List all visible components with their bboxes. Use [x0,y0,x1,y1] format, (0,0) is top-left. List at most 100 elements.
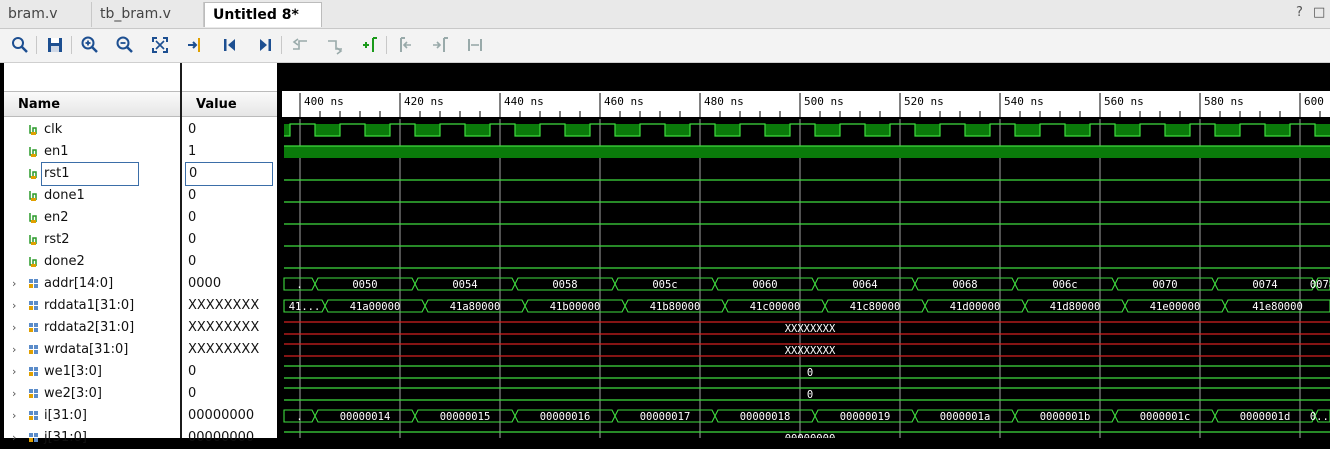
signal-row-i[interactable]: › i[31:0] [4,405,180,427]
signal-row-j[interactable]: › j[31:0] [4,427,180,449]
clk-high-fill [1215,124,1240,136]
expand-chevron-icon[interactable]: › [12,317,16,339]
signal-row-rst1[interactable]: rst1 [4,162,180,186]
signal-row-en1[interactable]: en1 [4,141,180,163]
bus-value-label: 41b00000 [550,301,601,313]
swap-cursors-icon[interactable] [465,35,485,55]
zoom-fit-icon[interactable] [150,35,170,55]
clk-high-fill [1115,124,1140,136]
bus-value-label: 0078 [1310,279,1330,291]
signal-row-done1[interactable]: done1 [4,185,180,207]
signal-name-panel: Name clk en1 rst1 done1 en2 rst2 done2 › addr[14… [4,63,180,445]
bit-signal-icon [29,191,37,201]
go-to-time-0-icon[interactable] [220,35,240,55]
signal-row-en2[interactable]: en2 [4,207,180,229]
bus-signal-icon [29,301,38,310]
signal-row-addr[interactable]: › addr[14:0] [4,273,180,295]
bus-value-label: 00000017 [640,411,691,423]
signal-name: wrdata[31:0] [44,342,129,357]
signal-value: XXXXXXXX [188,342,260,357]
bus-value-label: 0054 [452,279,477,291]
go-to-cursor-icon[interactable] [185,35,205,55]
expand-chevron-icon[interactable]: › [12,295,16,317]
next-marker-icon[interactable] [430,35,450,55]
next-transition-icon[interactable] [325,35,345,55]
signal-value: 00000000 [188,408,255,423]
bus-value-label: 41b80000 [650,301,701,313]
expand-chevron-icon[interactable]: › [12,361,16,383]
zoom-in-icon[interactable] [80,35,100,55]
time-label: 440 ns [504,95,544,108]
value-column-header[interactable]: Value [182,91,277,117]
add-marker-icon[interactable] [360,35,380,55]
previous-marker-icon[interactable] [395,35,415,55]
bus-signal-icon [29,411,38,420]
expand-chevron-icon[interactable]: › [12,339,16,361]
bus-value-label: XXXXXXXX [785,345,836,357]
expand-chevron-icon[interactable]: › [12,405,16,427]
signal-row-we1[interactable]: › we1[3:0] [4,361,180,383]
bus-value-label: 0000001a [940,411,991,423]
signal-row-rddata2[interactable]: › rddata2[31:0] [4,317,180,339]
bit-signal-icon [29,235,37,245]
expand-chevron-icon[interactable]: › [12,383,16,405]
restore-icon[interactable]: □ [1313,5,1325,20]
clk-high-fill [1065,124,1090,136]
waveform-canvas[interactable]: 400 ns 420 ns 440 ns 460 ns 480 ns 500 ns 520 … [282,63,1330,445]
clk-high-fill [284,124,290,136]
bus-value-label: 0 [807,389,813,401]
signal-row-rst2[interactable]: rst2 [4,229,180,251]
signal-row-done2[interactable]: done2 [4,251,180,273]
time-label: 560 ns [1104,95,1144,108]
signal-name: rst1 [41,162,139,186]
signal-value: 0 [188,210,197,225]
bit-signal-icon [29,169,37,179]
help-icon[interactable]: ? [1296,5,1303,20]
signal-row-clk[interactable]: clk [4,119,180,141]
zoom-out-icon[interactable] [115,35,135,55]
bus-value-label: 41a80000 [450,301,501,313]
signal-value: 0 [185,162,273,186]
clk-high-fill [665,124,690,136]
signal-value: 0000 [188,276,222,291]
bus-value-label: 0000001b [1040,411,1091,423]
tab-untitled-8[interactable]: Untitled 8* [204,2,322,27]
clk-high-fill [365,124,390,136]
bus-value-label: 41... [289,301,321,313]
bus-value-label: 00000015 [440,411,491,423]
bus-value-label: 0068 [952,279,977,291]
bus-value-label: 41a00000 [350,301,401,313]
expand-chevron-icon[interactable]: › [12,273,16,295]
clk-high-fill [865,124,890,136]
signal-name: rst2 [44,232,70,247]
signal-value: 0 [188,122,197,137]
time-label: 480 ns [704,95,744,108]
signal-row-we2[interactable]: › we2[3:0] [4,383,180,405]
bus-value-label: 00000014 [340,411,391,423]
signal-value: 0 [188,254,197,269]
en1-high-fill [284,146,1330,158]
clk-high-fill [565,124,590,136]
bus-value-label: 41d00000 [950,301,1001,313]
bus-value-label: 0064 [852,279,877,291]
signal-name: clk [44,122,63,137]
expand-chevron-icon[interactable]: › [12,427,16,449]
signal-row-rddata1[interactable]: › rddata1[31:0] [4,295,180,317]
tab-tb-bram-v[interactable]: tb_bram.v [92,2,204,27]
go-to-last-time-icon[interactable] [255,35,275,55]
previous-transition-icon[interactable] [290,35,310,55]
time-label: 400 ns [304,95,344,108]
tab-bram-v[interactable]: bram.v [0,2,92,27]
signal-value: 1 [188,144,197,159]
save-icon[interactable] [45,35,65,55]
signal-value: 0 [188,386,197,401]
bus-value-label: 41c80000 [850,301,901,313]
name-column-header[interactable]: Name [4,91,180,117]
signal-row-wrdata[interactable]: › wrdata[31:0] [4,339,180,361]
bus-value-label: 00000000 [785,433,836,438]
time-label: 540 ns [1004,95,1044,108]
bus-value-label: 0050 [352,279,377,291]
bus-value-label: . [296,279,302,291]
signal-name: en2 [44,210,69,225]
search-icon[interactable] [10,35,30,55]
